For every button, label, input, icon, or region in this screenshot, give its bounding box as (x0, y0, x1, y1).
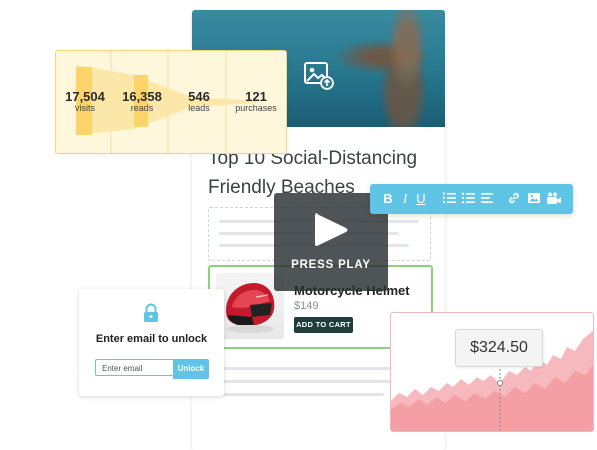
conversion-funnel[interactable]: 17,504 visits 16,358 reads 546 leads 121… (55, 50, 287, 154)
funnel-stage-purchases: 121 purchases (228, 89, 284, 113)
unordered-list-icon[interactable] (461, 191, 475, 207)
funnel-stage-reads: 16,358 reads (116, 89, 168, 113)
funnel-stage-value: 17,504 (65, 89, 105, 104)
placeholder-line (214, 380, 404, 383)
image-upload-icon[interactable] (302, 60, 334, 95)
ordered-list-icon[interactable] (442, 191, 456, 207)
placeholder-line (214, 393, 384, 396)
play-icon[interactable] (311, 210, 351, 255)
link-icon[interactable] (507, 191, 521, 207)
unlock-button[interactable]: Unlock (173, 359, 209, 379)
funnel-stage-label: visits (75, 103, 95, 113)
video-icon[interactable] (546, 191, 562, 207)
funnel-stage-label: reads (130, 103, 154, 113)
funnel-stage-value: 16,358 (122, 89, 162, 104)
lock-icon (142, 303, 160, 328)
image-icon[interactable] (527, 191, 541, 207)
hero-photo-subject (372, 10, 442, 127)
italic-button[interactable]: I (399, 191, 411, 207)
funnel-stage-label: purchases (235, 103, 277, 113)
underline-button[interactable]: U (415, 191, 427, 207)
funnel-stage-value: 546 (188, 89, 210, 104)
add-to-cart-button[interactable]: ADD TO CART (294, 317, 353, 333)
funnel-stage-value: 121 (245, 89, 267, 104)
email-unlock-card: Enter email to unlock Enter email Unlock (79, 289, 224, 396)
funnel-stage-visits: 17,504 visits (60, 89, 110, 113)
video-label: PRESS PLAY (291, 259, 371, 271)
unlock-heading: Enter email to unlock (95, 333, 208, 345)
align-left-icon[interactable] (480, 191, 494, 207)
funnel-stage-leads: 546 leads (174, 89, 224, 113)
placeholder-line (214, 367, 394, 370)
bold-button[interactable]: B (382, 191, 394, 207)
product-price: $149 (294, 300, 319, 312)
funnel-stage-label: leads (188, 103, 210, 113)
price-tooltip: $324.50 (455, 329, 543, 367)
email-field[interactable]: Enter email (95, 359, 173, 376)
formatting-toolbar: B I U (370, 184, 573, 214)
